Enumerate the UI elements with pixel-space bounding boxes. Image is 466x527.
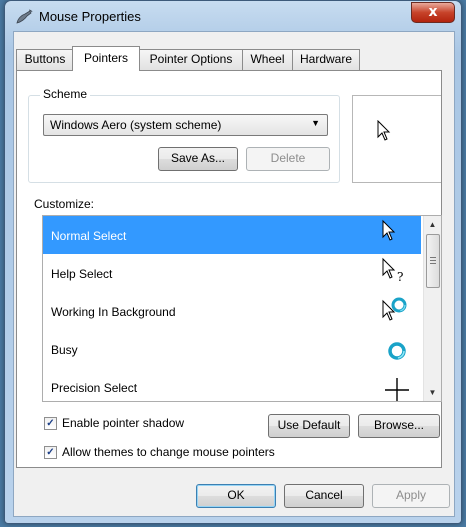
list-item-working-in-background[interactable]: Working In Background: [43, 292, 421, 330]
close-button[interactable]: x: [411, 2, 455, 23]
title-bar[interactable]: Mouse Properties x: [5, 1, 461, 31]
list-item-help-select[interactable]: Help Select ?: [43, 254, 421, 292]
busy-ring-icon: [388, 342, 406, 360]
list-item-busy[interactable]: Busy: [43, 330, 421, 368]
browse-button[interactable]: Browse...: [358, 414, 440, 438]
scroll-down-icon[interactable]: ▼: [424, 384, 441, 401]
delete-button[interactable]: Delete: [246, 147, 330, 171]
cancel-button[interactable]: Cancel: [284, 484, 364, 508]
scroll-up-icon[interactable]: ▲: [424, 216, 441, 233]
allow-themes-label: Allow themes to change mouse pointers: [62, 445, 275, 459]
arrow-cursor-icon: [377, 120, 391, 141]
ok-button[interactable]: OK: [196, 484, 276, 508]
apply-button[interactable]: Apply: [372, 484, 450, 508]
allow-themes-checkbox[interactable]: ✓: [44, 446, 57, 459]
list-item-label: Working In Background: [51, 305, 176, 319]
grip-line: [430, 257, 436, 258]
svg-text:?: ?: [397, 270, 403, 284]
list-item-label: Normal Select: [51, 229, 127, 243]
list-item-label: Precision Select: [51, 381, 138, 395]
tab-wheel[interactable]: Wheel: [242, 49, 293, 70]
pointer-shadow-label: Enable pointer shadow: [62, 416, 185, 430]
scroll-thumb[interactable]: [426, 234, 440, 288]
cursor-listbox[interactable]: Normal Select Help Select ? Working In B…: [42, 215, 442, 402]
mouse-icon: [16, 9, 33, 24]
pointer-shadow-checkbox[interactable]: ✓: [44, 417, 57, 430]
list-item-normal-select[interactable]: Normal Select: [43, 216, 421, 254]
window-title: Mouse Properties: [39, 9, 141, 24]
save-as-button[interactable]: Save As...: [158, 147, 238, 171]
scheme-select[interactable]: Windows Aero (system scheme) ▼: [43, 114, 328, 136]
grip-line: [430, 263, 436, 264]
cursor-preview: [352, 95, 441, 183]
scheme-select-value: Windows Aero (system scheme): [50, 118, 222, 132]
tab-hardware[interactable]: Hardware: [292, 49, 360, 70]
arrow-cursor-icon: [382, 219, 396, 241]
use-default-button[interactable]: Use Default: [268, 414, 350, 438]
help-cursor-icon: ?: [382, 257, 403, 284]
tab-pointers[interactable]: Pointers: [72, 46, 140, 71]
tab-buttons[interactable]: Buttons: [16, 49, 74, 70]
scheme-group-label: Scheme: [40, 87, 91, 101]
list-item-label: Busy: [51, 343, 78, 357]
list-item-precision-select[interactable]: Precision Select: [43, 368, 421, 401]
list-item-label: Help Select: [51, 267, 113, 281]
tab-pointer-options[interactable]: Pointer Options: [139, 49, 243, 70]
crosshair-cursor-icon: [385, 378, 409, 401]
working-cursor-icon: [382, 297, 407, 321]
grip-line: [430, 260, 436, 261]
chevron-down-icon: ▼: [311, 118, 320, 128]
list-scrollbar[interactable]: ▲ ▼: [423, 216, 441, 401]
customize-label: Customize:: [34, 197, 95, 211]
